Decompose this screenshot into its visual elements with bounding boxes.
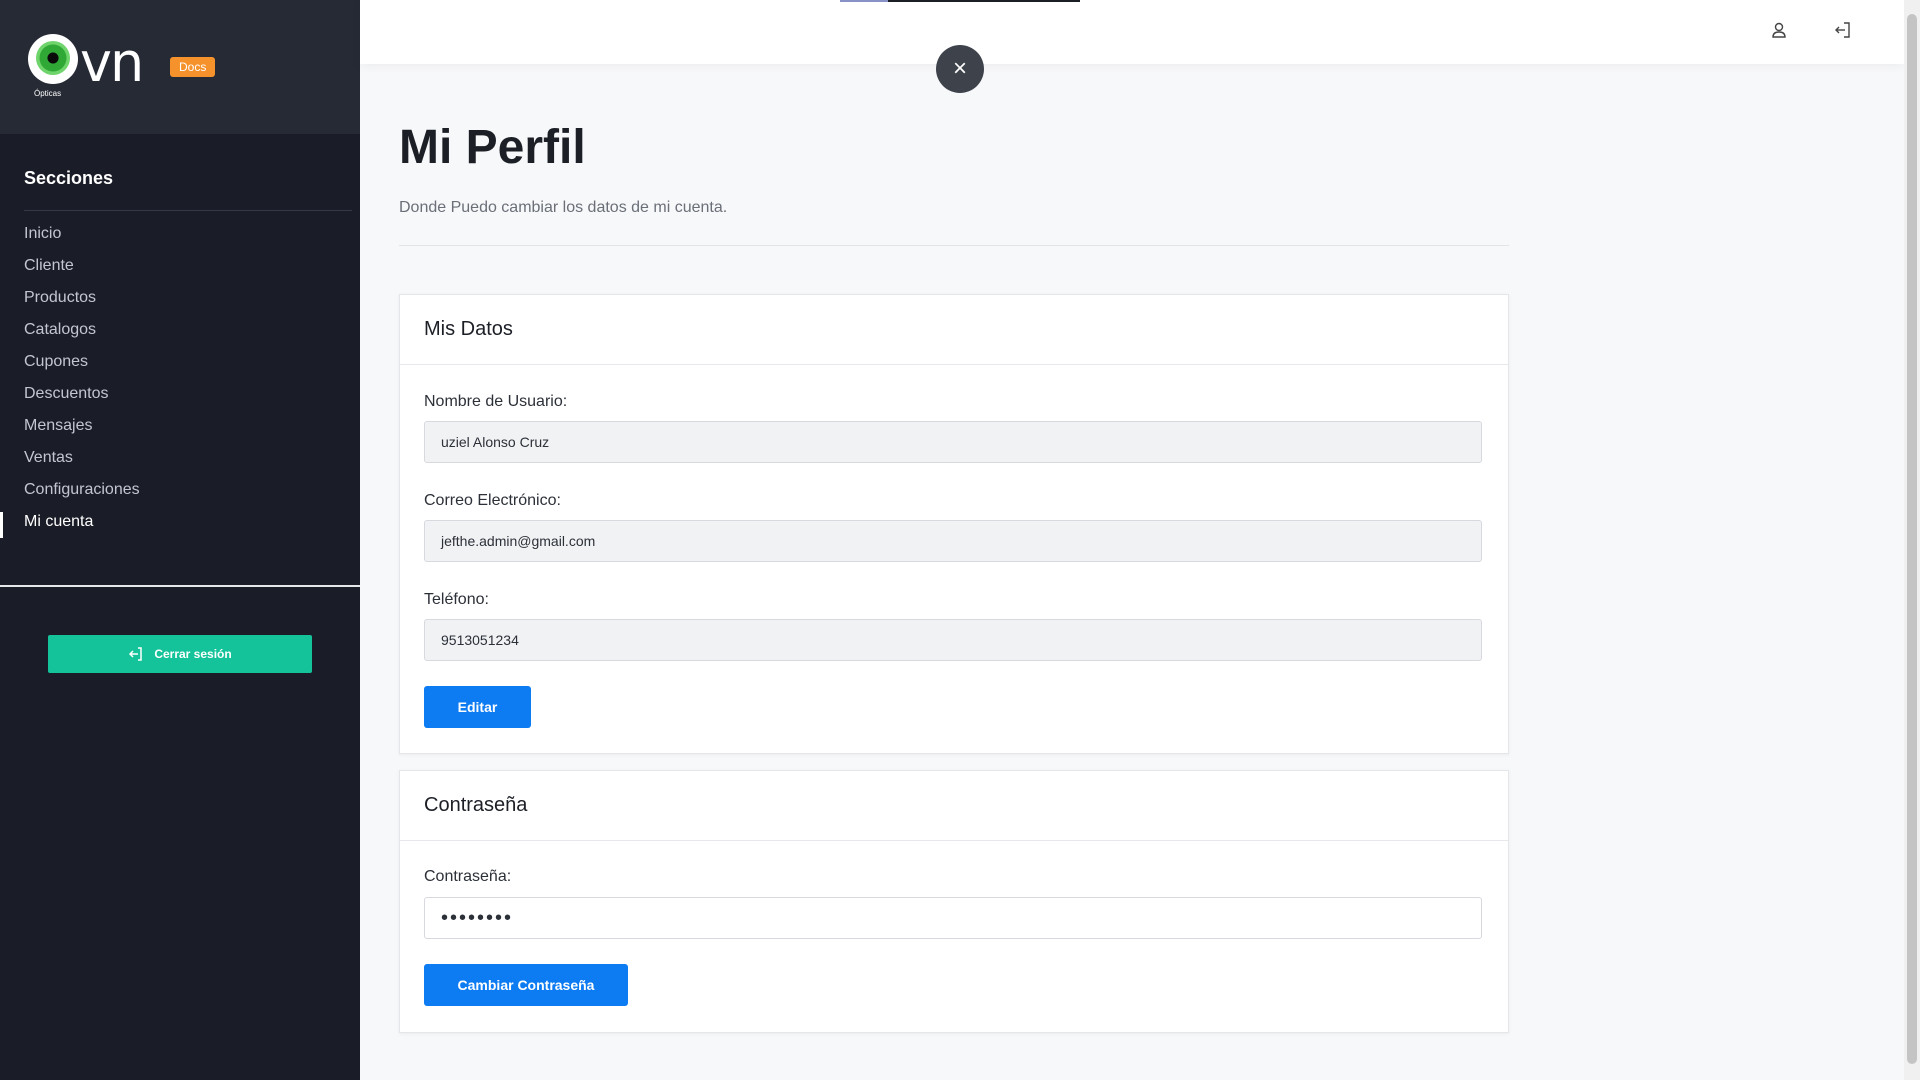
username-label: Nombre de Usuario: (424, 393, 568, 410)
sidebar-item-mi-cuenta[interactable]: Mi cuenta (0, 510, 360, 542)
page-subtitle: Donde Puedo cambiar los datos de mi cuen… (399, 199, 728, 216)
username-input[interactable]: uziel Alonso Cruz (424, 421, 1482, 463)
sidebar-item-configuraciones[interactable]: Configuraciones (0, 478, 360, 510)
sidebar-item-cupones[interactable]: Cupones (0, 350, 360, 382)
close-button[interactable]: × (936, 45, 984, 93)
sections-title: Secciones (24, 168, 114, 188)
mis-datos-card: Mis Datos Nombre de Usuario: uziel Alons… (399, 294, 1509, 754)
sidebar: vn Ópticas Docs Secciones Inicio Cliente… (0, 0, 360, 1080)
change-password-button[interactable]: Cambiar Contraseña (424, 964, 628, 1006)
sidebar-header: vn Ópticas Docs (0, 0, 360, 134)
brand-logo[interactable]: vn Ópticas (28, 34, 150, 100)
sidebar-nav: Inicio Cliente Productos Catalogos Cupon… (0, 222, 360, 542)
user-icon[interactable] (1769, 20, 1789, 40)
sidebar-item-productos[interactable]: Productos (0, 286, 360, 318)
password-label: Contraseña: (424, 868, 512, 885)
sidebar-item-inicio[interactable]: Inicio (0, 222, 360, 254)
sidebar-item-mensajes[interactable]: Mensajes (0, 414, 360, 446)
logout-icon (129, 647, 143, 661)
logout-button[interactable]: Cerrar sesión (48, 635, 312, 673)
sidebar-item-cliente[interactable]: Cliente (0, 254, 360, 286)
card-title: Contraseña (400, 771, 1508, 841)
logout-label: Cerrar sesión (154, 647, 232, 661)
docs-badge[interactable]: Docs (170, 57, 216, 77)
close-icon: × (952, 55, 967, 82)
sidebar-item-catalogos[interactable]: Catalogos (0, 318, 360, 350)
progress-line (840, 0, 1080, 2)
password-card: Contraseña Contraseña: •••••••• Cambiar … (399, 770, 1509, 1033)
logo-eye-icon (28, 34, 78, 84)
email-label: Correo Electrónico: (424, 492, 561, 509)
topbar (360, 0, 1904, 64)
divider (399, 245, 1509, 246)
email-input[interactable]: jefthe.admin@gmail.com (424, 520, 1482, 562)
edit-button[interactable]: Editar (424, 686, 531, 728)
sidebar-item-ventas[interactable]: Ventas (0, 446, 360, 478)
phone-label: Teléfono: (424, 591, 489, 608)
divider (24, 210, 352, 211)
phone-input[interactable]: 9513051234 (424, 619, 1482, 661)
sidebar-item-descuentos[interactable]: Descuentos (0, 382, 360, 414)
page-title: Mi Perfil (399, 121, 586, 174)
logo-text: vn (80, 31, 144, 94)
scrollbar-thumb[interactable] (1907, 14, 1917, 1064)
divider (0, 585, 360, 587)
logout-icon[interactable] (1833, 20, 1853, 40)
scrollbar[interactable] (1904, 0, 1920, 1080)
logo-subtext: Ópticas (34, 89, 62, 98)
password-input[interactable]: •••••••• (424, 897, 1482, 939)
card-title: Mis Datos (400, 295, 1508, 365)
